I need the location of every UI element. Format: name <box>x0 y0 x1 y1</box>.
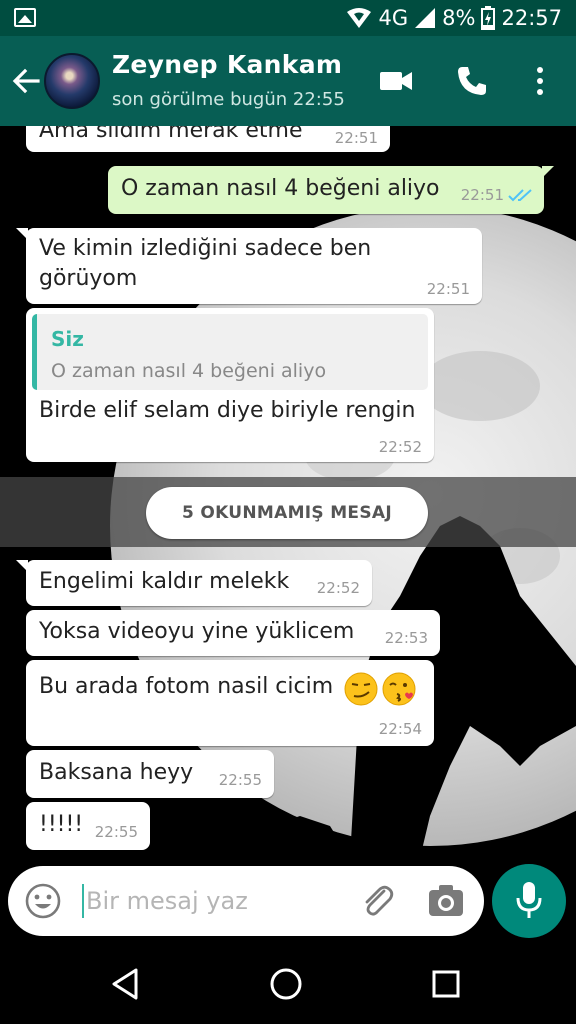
unread-messages-label: 5 OKUNMAMIŞ MESAJ <box>146 487 428 539</box>
message-time: 22:55 <box>94 823 138 841</box>
battery-percent: 8% <box>442 6 476 30</box>
message-reply[interactable]: Siz O zaman nasıl 4 beğeni aliyo Birde e… <box>26 308 434 462</box>
message-text: !!!!! <box>39 812 84 837</box>
message-text-line: görüyom <box>39 266 138 291</box>
message-time: 22:51 <box>460 186 504 204</box>
more-vert-icon[interactable] <box>522 63 558 99</box>
message-input[interactable] <box>86 881 346 921</box>
contact-name[interactable]: Zeynep Kankam <box>112 50 342 79</box>
message-time: 22:52 <box>378 438 422 456</box>
read-ticks-icon <box>508 189 532 202</box>
text-caret <box>82 884 84 918</box>
message-text: Yoksa videoyu yine yüklicem <box>39 619 355 644</box>
message-incoming[interactable]: Bu arada fotom nasil cicim 22:54 <box>26 660 434 746</box>
clock: 22:57 <box>501 6 562 30</box>
chat-area[interactable]: Ama sildim merak etme 22:51 O zaman nası… <box>0 126 576 858</box>
message-incoming[interactable]: Yoksa videoyu yine yüklicem 22:53 <box>26 610 440 656</box>
message-text-line: Ve kimin izlediğini sadece ben <box>39 236 372 261</box>
chat-header: Zeynep Kankam son görülme bugün 22:55 <box>0 36 576 126</box>
message-text: Ama sildim merak etme <box>39 126 303 143</box>
quoted-message[interactable]: Siz O zaman nasıl 4 beğeni aliyo <box>32 314 428 390</box>
mic-button[interactable] <box>492 864 566 938</box>
avatar[interactable] <box>44 53 100 109</box>
phone-icon[interactable] <box>454 63 490 99</box>
gallery-icon <box>14 8 36 27</box>
message-time: 22:55 <box>218 771 262 789</box>
message-outgoing[interactable]: O zaman nasıl 4 beğeni aliyo 22:51 <box>108 166 554 214</box>
signal-icon <box>415 8 436 28</box>
status-bar: 4G 8% 22:57 <box>0 0 576 36</box>
mic-icon <box>516 882 542 918</box>
smirking-face-icon <box>344 672 378 706</box>
camera-icon[interactable] <box>428 884 464 918</box>
quoted-author: Siz <box>51 327 84 351</box>
last-seen-status: son görülme bugün 22:55 <box>112 89 345 110</box>
message-text: Engelimi kaldır melekk <box>39 569 290 594</box>
message-text: Bu arada fotom nasil cicim <box>39 674 334 699</box>
message-time: 22:53 <box>384 629 428 647</box>
recents-square-icon[interactable] <box>426 964 466 1004</box>
message-time: 22:54 <box>378 720 422 738</box>
emoji-icon[interactable] <box>24 882 62 920</box>
kissing-face-icon <box>382 672 416 706</box>
back-arrow-icon[interactable] <box>8 63 44 99</box>
message-time: 22:51 <box>426 280 470 298</box>
message-incoming[interactable]: !!!!! 22:55 <box>26 802 150 850</box>
message-incoming[interactable]: Ama sildim merak etme 22:51 <box>26 126 390 152</box>
network-type: 4G <box>378 6 409 30</box>
home-circle-icon[interactable] <box>266 964 306 1004</box>
system-nav-bar <box>0 944 576 1024</box>
status-icons: 4G 8% 22:57 <box>345 4 562 32</box>
message-text: Baksana heyy <box>39 760 194 785</box>
quoted-text: O zaman nasıl 4 beğeni aliyo <box>51 360 327 382</box>
hotspot-icon <box>346 8 371 28</box>
message-incoming[interactable]: Ve kimin izlediğini sadece ben görüyom 2… <box>16 228 482 304</box>
message-incoming[interactable]: Engelimi kaldır melekk 22:52 <box>16 560 372 606</box>
back-triangle-icon[interactable] <box>106 964 146 1004</box>
message-incoming[interactable]: Baksana heyy 22:55 <box>26 750 274 798</box>
battery-icon <box>481 6 496 30</box>
message-time: 22:52 <box>316 579 360 597</box>
message-text: Birde elif selam diye biriyle rengin <box>39 398 416 423</box>
message-time: 22:51 <box>334 129 378 147</box>
message-composer <box>8 866 484 936</box>
video-call-icon[interactable] <box>378 63 414 99</box>
attach-icon[interactable] <box>358 882 396 920</box>
message-text: O zaman nasıl 4 beğeni aliyo <box>121 176 440 201</box>
